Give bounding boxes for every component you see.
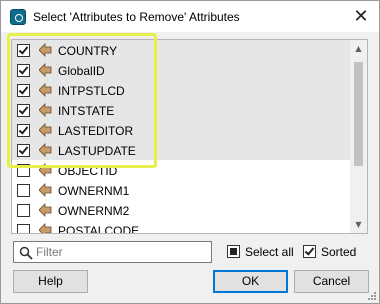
attribute-checkbox[interactable] [17, 184, 30, 197]
attribute-checkbox[interactable] [17, 44, 30, 57]
list-item[interactable]: INTSTATE [12, 100, 350, 120]
list-item[interactable]: COUNTRY [12, 40, 350, 60]
attribute-checkbox[interactable] [17, 84, 30, 97]
list-item[interactable]: OBJECTID [12, 160, 350, 180]
list-item[interactable]: GlobalID [12, 60, 350, 80]
attribute-name: POSTALCODE [58, 224, 140, 234]
attribute-checkbox[interactable] [17, 124, 30, 137]
filter-field[interactable] [13, 241, 212, 263]
window-title: Select 'Attributes to Remove' Attributes [33, 10, 240, 24]
scroll-up-icon[interactable]: ▲ [350, 40, 367, 57]
attribute-checkbox[interactable] [17, 164, 30, 177]
attribute-name: OWNERNM2 [58, 204, 130, 218]
resize-grip-icon[interactable] [367, 291, 377, 301]
list-item[interactable]: OWNERNM2 [12, 200, 350, 220]
attribute-name: LASTUPDATE [58, 144, 136, 158]
ok-button[interactable]: OK [213, 270, 288, 293]
attribute-name: GlobalID [58, 64, 105, 78]
attribute-name: OWNERNM1 [58, 184, 130, 198]
attribute-name: LASTEDITOR [58, 124, 134, 138]
attribute-arrow-icon [39, 163, 52, 177]
attribute-arrow-icon [39, 103, 52, 117]
scroll-down-icon[interactable]: ▼ [350, 216, 367, 233]
attribute-name: INTSTATE [58, 104, 115, 118]
attribute-name: OBJECTID [58, 164, 118, 178]
search-icon [19, 246, 33, 260]
attribute-name: INTPSTLCD [58, 84, 125, 98]
select-all-checkbox[interactable] [227, 245, 240, 258]
attribute-checkbox[interactable] [17, 104, 30, 117]
attribute-checkbox[interactable] [17, 204, 30, 217]
attribute-list[interactable]: COUNTRY GlobalID INTPSTLCD INTSTATE LASTEDIT… [11, 39, 368, 234]
attribute-checkbox[interactable] [17, 144, 30, 157]
vertical-scrollbar[interactable]: ▲ ▼ [350, 40, 367, 233]
attribute-name: COUNTRY [58, 44, 118, 58]
close-icon[interactable]: ✕ [348, 4, 374, 30]
list-item[interactable]: OWNERNM1 [12, 180, 350, 200]
list-item[interactable]: POSTALCODE [12, 220, 350, 234]
sorted-checkbox[interactable] [303, 245, 316, 258]
attribute-arrow-icon [39, 83, 52, 97]
attribute-rows: COUNTRY GlobalID INTPSTLCD INTSTATE LASTEDIT… [12, 40, 350, 234]
cancel-button[interactable]: Cancel [294, 270, 369, 293]
select-all-label: Select all [245, 245, 294, 259]
attribute-arrow-icon [39, 143, 52, 157]
help-button[interactable]: Help [13, 270, 88, 293]
attribute-arrow-icon [39, 63, 52, 77]
list-item[interactable]: INTPSTLCD [12, 80, 350, 100]
attribute-checkbox[interactable] [17, 224, 30, 233]
list-item[interactable]: LASTEDITOR [12, 120, 350, 140]
app-icon [10, 9, 26, 25]
sorted-label: Sorted [321, 245, 357, 259]
attribute-arrow-icon [39, 203, 52, 217]
title-bar: Select 'Attributes to Remove' Attributes… [1, 1, 379, 32]
attribute-arrow-icon [39, 123, 52, 137]
attribute-checkbox[interactable] [17, 64, 30, 77]
attribute-arrow-icon [39, 43, 52, 57]
attribute-arrow-icon [39, 183, 52, 197]
scroll-thumb[interactable] [354, 62, 363, 166]
select-attributes-dialog: Select 'Attributes to Remove' Attributes… [0, 0, 380, 304]
list-item[interactable]: LASTUPDATE [12, 140, 350, 160]
filter-input[interactable] [36, 244, 208, 260]
attribute-arrow-icon [39, 223, 52, 233]
